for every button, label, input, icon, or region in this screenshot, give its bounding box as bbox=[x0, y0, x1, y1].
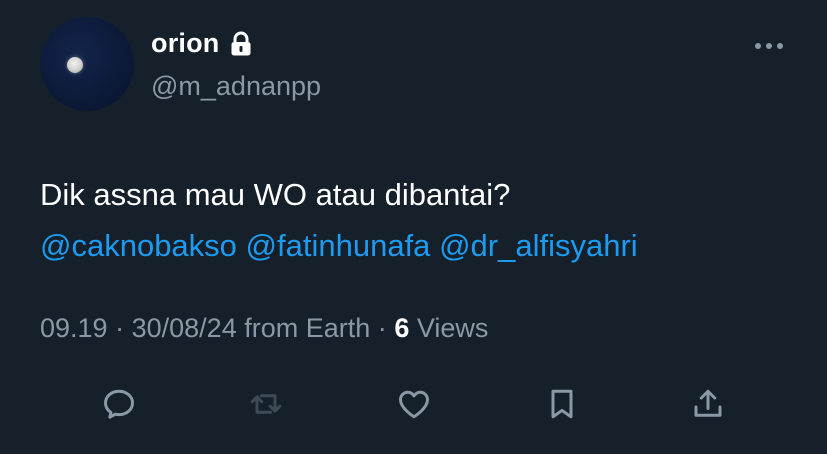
bookmark-icon bbox=[551, 389, 573, 419]
tweet-source: from Earth bbox=[244, 313, 371, 343]
action-bar bbox=[0, 384, 827, 424]
reply-icon bbox=[104, 389, 134, 419]
meta-separator: · bbox=[115, 313, 125, 343]
tweet-body: Dik assna mau WO atau dibantai? bbox=[40, 177, 511, 212]
mention-link[interactable]: @dr_alfisyahri bbox=[439, 228, 638, 263]
views-label: Views bbox=[416, 313, 489, 343]
tweet-date[interactable]: 30/08/24 bbox=[132, 313, 237, 343]
tweet-meta: 09.19 · 30/08/24 from Earth · 6 Views bbox=[40, 313, 488, 344]
tweet-time[interactable]: 09.19 bbox=[40, 313, 108, 343]
avatar[interactable] bbox=[40, 17, 134, 111]
display-name[interactable]: orion bbox=[151, 28, 220, 59]
author-handle[interactable]: @m_adnanpp bbox=[151, 71, 321, 102]
lock-icon bbox=[230, 31, 252, 57]
reply-button[interactable] bbox=[99, 384, 139, 424]
tweet-text: Dik assna mau WO atau dibantai? @caknoba… bbox=[40, 169, 800, 271]
share-button[interactable] bbox=[688, 384, 728, 424]
more-dots-icon bbox=[755, 43, 783, 49]
views-count: 6 bbox=[394, 313, 410, 343]
meta-separator: · bbox=[377, 313, 387, 343]
bookmark-button[interactable] bbox=[542, 384, 582, 424]
mention-link[interactable]: @caknobakso bbox=[40, 228, 237, 263]
author-name-row: orion bbox=[151, 28, 252, 59]
share-icon bbox=[694, 389, 722, 417]
retweet-icon bbox=[250, 394, 282, 414]
moon-icon bbox=[67, 57, 83, 73]
more-options-button[interactable] bbox=[752, 33, 786, 59]
mention-list: @caknobakso @fatinhunafa @dr_alfisyahri bbox=[40, 220, 800, 271]
meta-separator bbox=[370, 313, 378, 343]
like-icon bbox=[399, 390, 429, 419]
mention-link[interactable]: @fatinhunafa bbox=[246, 228, 431, 263]
retweet-button[interactable] bbox=[246, 384, 286, 424]
like-button[interactable] bbox=[394, 384, 434, 424]
